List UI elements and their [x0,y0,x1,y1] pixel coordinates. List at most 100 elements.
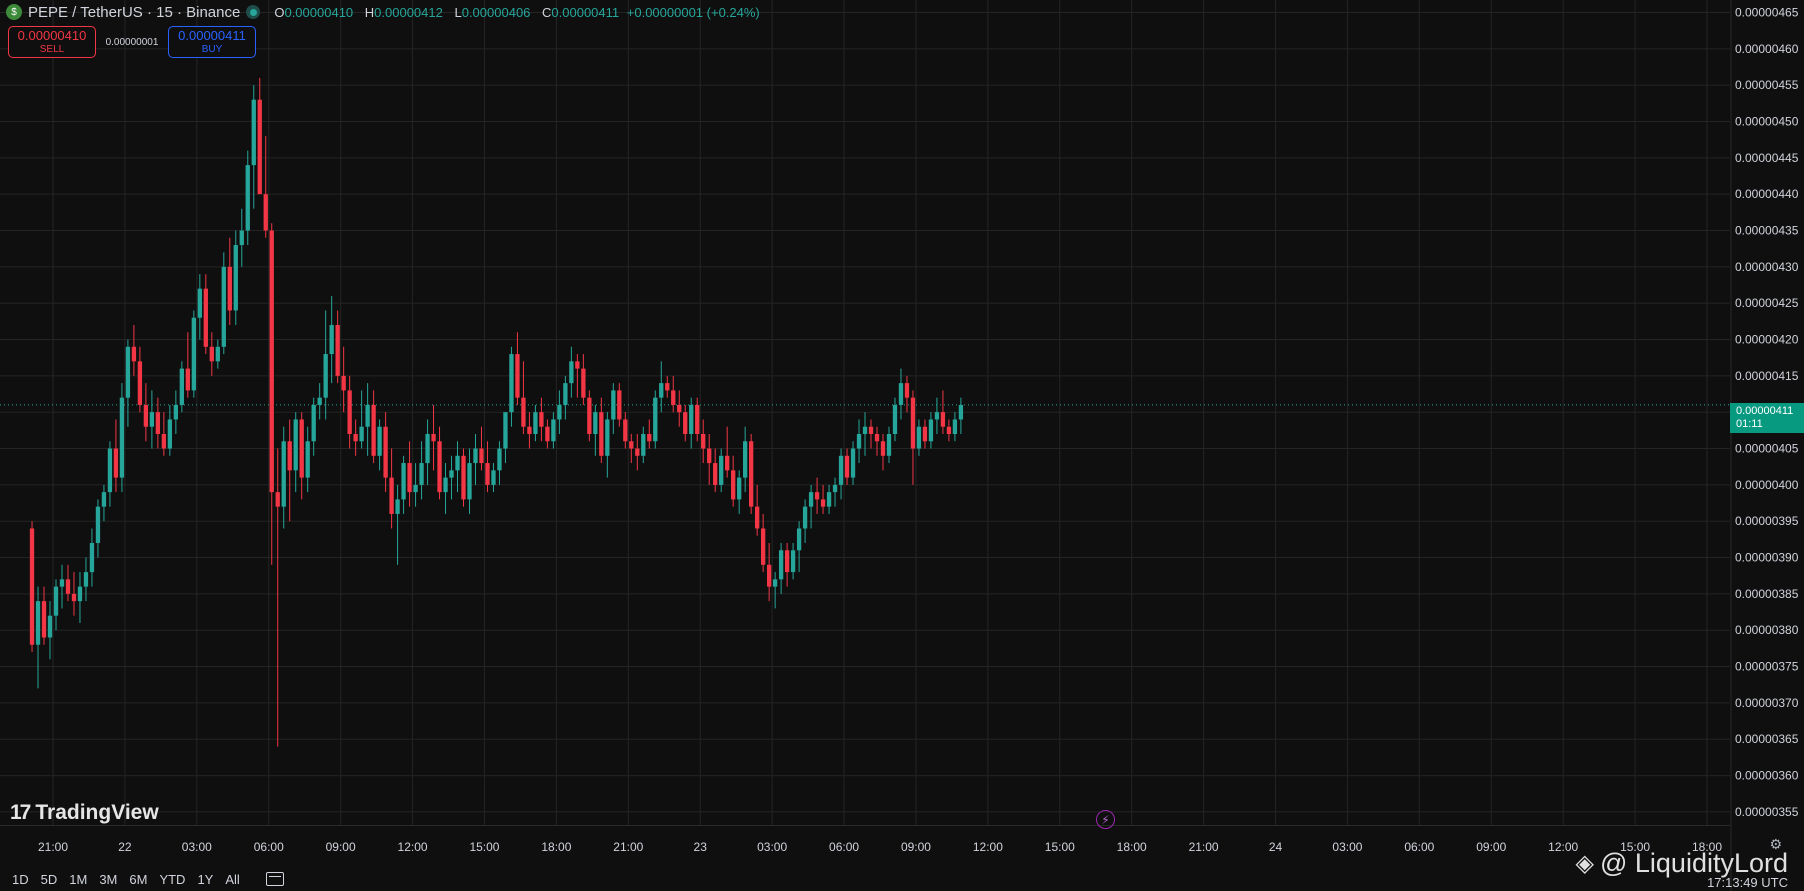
candle-body [125,346,131,398]
range-all[interactable]: All [225,872,239,887]
candle-body [335,324,340,376]
candle [892,397,898,442]
candle-body [227,266,232,311]
candle [826,484,832,514]
calendar-icon[interactable] [265,872,284,886]
candle [808,484,814,529]
candle [880,434,886,471]
candle-body [880,441,886,456]
candle [41,586,47,645]
candle [209,332,214,376]
candle [221,252,226,355]
candle-body [754,506,760,529]
candle-body [197,288,202,318]
candle-body [221,266,226,347]
candle [497,441,502,485]
candle [185,332,190,398]
lightning-icon[interactable]: ⚡ [1096,810,1115,829]
price-chart[interactable]: 0.00000355 0.00000360 0.00000365 0.00000370… [0,0,1804,891]
candle-body [737,477,742,500]
candle-body [545,426,550,442]
candle-body [299,419,304,478]
time-tick-label: 06:00 [1404,840,1434,854]
time-tick-label: 21:00 [613,840,643,854]
candle [461,448,466,507]
tradingview-logo[interactable]: 17 TradingView [10,801,159,825]
symbol-title[interactable]: PEPE / TetherUS · 15 · Binance [28,4,240,21]
candle [365,383,370,456]
candle-body [323,354,328,398]
candle-body [862,426,868,435]
candle [353,419,358,456]
time-tick-label: 24 [1269,840,1283,854]
candle-body [413,484,418,493]
candle [83,557,89,602]
range-1y[interactable]: 1Y [197,872,213,887]
candle [653,390,658,449]
current-price: 0.00000411 [1736,405,1794,417]
candle-body [497,448,502,471]
candle-body [191,317,196,391]
candle [401,455,406,514]
candle [886,426,892,464]
utc-clock[interactable]: 17:13:49 UTC [1707,875,1788,890]
candle [563,375,568,420]
candle [449,455,454,500]
candle [161,412,167,456]
candle [796,521,802,573]
range-5d[interactable]: 5D [41,872,58,887]
candle [323,310,328,420]
candle [113,419,119,493]
candle [689,397,694,449]
candle-body [677,404,682,413]
open-value: 0.00000410 [284,4,354,20]
range-ytd[interactable]: YTD [159,872,185,887]
candle-body [287,441,292,471]
range-1m[interactable]: 1M [69,872,87,887]
market-status-icon[interactable] [246,5,261,19]
candle [683,404,688,442]
price-tick-label: 0.00000375 [1735,660,1799,674]
range-1d[interactable]: 1D [12,872,29,887]
candle-body [437,441,442,493]
candle [569,346,574,398]
buy-button[interactable]: 0.00000411 BUY [168,26,256,58]
time-tick-label: 22 [118,840,132,854]
candle [257,77,262,195]
candle-body [509,354,514,413]
candle-body [515,354,520,398]
price-tick-label: 0.00000395 [1735,514,1799,528]
candle-body [155,412,161,435]
candle-body [844,455,850,478]
candle-body [107,448,113,493]
price-tick-label: 0.00000385 [1735,587,1799,601]
time-tick-label: 09:00 [1476,840,1506,854]
candle [934,397,940,435]
candle [269,223,274,565]
candle-body [671,390,676,405]
close-value: 0.00000411 [551,4,620,20]
candle [233,230,238,325]
candle-body [689,404,694,435]
price-tick-label: 0.00000405 [1735,442,1799,456]
price-tick-label: 0.00000380 [1735,623,1799,637]
candle-body [383,426,388,478]
candle [641,426,646,464]
candle-body [539,412,544,427]
candle [617,383,622,427]
candle [125,339,131,427]
time-axis[interactable]: 21:00 22 03:00 06:00 09:00 12:00 15:00 18:00 21:… [38,840,1722,854]
range-3m[interactable]: 3M [99,872,117,887]
candle-body [161,434,167,449]
range-6m[interactable]: 6M [129,872,147,887]
candle [77,572,83,623]
candle [299,412,304,500]
candle [239,208,244,267]
candle-body [215,346,220,362]
sell-button[interactable]: 0.00000410 SELL [8,26,96,58]
candle-body [521,397,526,427]
price-tick-label: 0.00000355 [1735,805,1799,819]
candle [802,499,808,544]
candle [539,397,544,442]
candle-body [778,550,784,580]
